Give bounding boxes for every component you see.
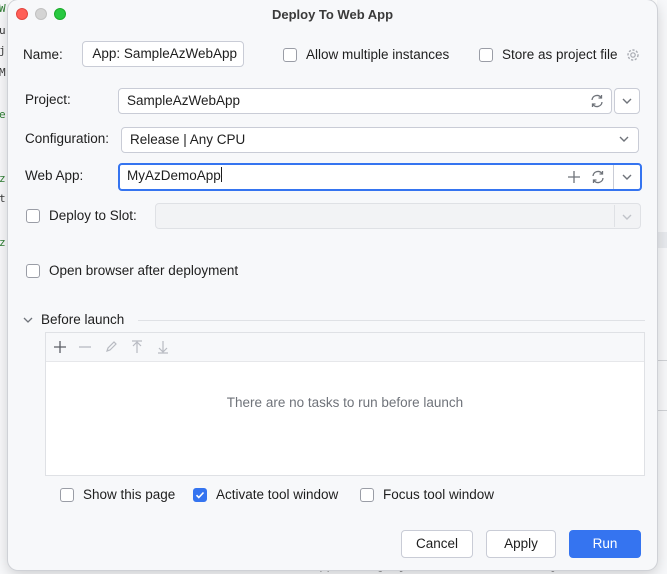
activate-tool-window-checkbox[interactable] bbox=[193, 488, 207, 502]
text-cursor bbox=[220, 167, 222, 182]
web-app-label: Web App: bbox=[25, 168, 84, 183]
add-icon[interactable] bbox=[566, 169, 582, 185]
name-input[interactable]: App: SampleAzWebApp bbox=[82, 41, 244, 67]
allow-multiple-instances-label: Allow multiple instances bbox=[306, 47, 450, 62]
before-launch-panel: There are no tasks to run before launch bbox=[45, 332, 645, 476]
deploy-slot-combobox[interactable] bbox=[155, 203, 641, 229]
name-label: Name: bbox=[23, 47, 63, 62]
show-this-page-checkbox[interactable] bbox=[60, 488, 74, 502]
background-editor-left: W u j M e z t z bbox=[0, 0, 8, 574]
allow-multiple-instances-checkbox[interactable] bbox=[283, 48, 297, 62]
before-launch-header[interactable]: Before launch bbox=[41, 312, 124, 327]
dropdown-separator bbox=[613, 165, 614, 189]
store-as-project-file-checkbox[interactable] bbox=[479, 48, 493, 62]
gear-icon[interactable] bbox=[625, 47, 641, 63]
open-browser-label: Open browser after deployment bbox=[49, 263, 239, 278]
deploy-to-slot-checkbox[interactable] bbox=[26, 209, 40, 223]
deploy-dialog: Deploy To Web App Name: App: SampleAzWeb… bbox=[8, 0, 657, 570]
web-app-combobox[interactable]: MyAzDemoApp bbox=[118, 163, 642, 191]
activate-tool-window-label: Activate tool window bbox=[216, 487, 339, 502]
section-divider bbox=[138, 320, 645, 321]
refresh-icon[interactable] bbox=[590, 169, 606, 185]
background-editor-right bbox=[657, 0, 667, 574]
move-up-icon bbox=[130, 340, 144, 354]
chevron-down-icon[interactable] bbox=[21, 313, 35, 327]
title-bar: Deploy To Web App bbox=[8, 0, 657, 30]
chevron-down-icon[interactable] bbox=[619, 169, 635, 185]
cancel-button[interactable]: Cancel bbox=[401, 530, 473, 558]
refresh-icon[interactable] bbox=[589, 93, 605, 109]
configuration-label: Configuration: bbox=[25, 131, 110, 146]
dialog-title: Deploy To Web App bbox=[271, 7, 394, 22]
chevron-down-icon bbox=[622, 98, 632, 104]
run-button[interactable]: Run bbox=[569, 530, 641, 558]
add-icon[interactable] bbox=[53, 340, 67, 354]
before-launch-toolbar bbox=[46, 333, 644, 362]
show-this-page-label: Show this page bbox=[83, 487, 176, 502]
before-launch-empty-text: There are no tasks to run before launch bbox=[226, 395, 464, 410]
project-combobox[interactable]: SampleAzWebApp bbox=[118, 88, 612, 114]
focus-tool-window-label: Focus tool window bbox=[383, 487, 495, 502]
move-down-icon bbox=[156, 340, 170, 354]
configuration-value: Release | Any CPU bbox=[130, 132, 246, 147]
project-value: SampleAzWebApp bbox=[127, 93, 241, 108]
deploy-to-slot-label: Deploy to Slot: bbox=[49, 208, 137, 223]
checkmark-icon bbox=[195, 491, 205, 499]
dropdown-separator bbox=[614, 205, 615, 227]
web-app-value: MyAzDemoApp bbox=[127, 168, 221, 183]
store-as-project-file-label: Store as project file bbox=[502, 47, 618, 62]
chevron-down-icon bbox=[619, 209, 635, 225]
apply-button[interactable]: Apply bbox=[486, 530, 556, 558]
open-browser-checkbox[interactable] bbox=[26, 264, 40, 278]
focus-tool-window-checkbox[interactable] bbox=[360, 488, 374, 502]
configuration-combobox[interactable]: Release | Any CPU bbox=[121, 127, 639, 153]
chevron-down-icon bbox=[616, 131, 632, 147]
remove-icon bbox=[78, 340, 92, 354]
project-dropdown-button[interactable] bbox=[614, 88, 640, 114]
edit-icon bbox=[104, 340, 118, 354]
project-label: Project: bbox=[25, 92, 71, 107]
